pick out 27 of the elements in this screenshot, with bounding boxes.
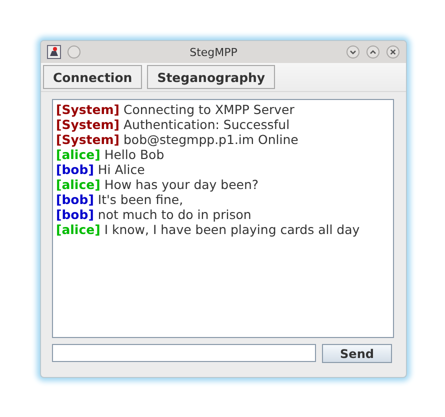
app-icon [47,45,61,59]
sender-name: [alice] [56,177,100,192]
message-text: I know, I have been playing cards all day [104,222,360,237]
message-text: It's been fine, [98,192,184,207]
window-title: StegMPP [188,46,238,58]
message-text: not much to do in prison [98,207,252,222]
close-button[interactable] [386,45,400,59]
message-text: Connecting to XMPP Server [123,102,294,117]
message-input[interactable] [52,344,316,362]
sender-name: [System] [56,132,120,147]
maximize-button[interactable] [366,45,380,59]
message-text: Authentication: Successful [123,117,290,132]
message-text: How has your day been? [104,177,259,192]
minimize-button[interactable] [346,45,360,59]
sender-name: [System] [56,102,120,117]
message-text: Hello Bob [104,147,164,162]
sender-name: [bob] [56,162,94,177]
message-text: Hi Alice [98,162,145,177]
sender-name: [alice] [56,222,100,237]
message-text: bob@stegmpp.p1.im Online [123,132,298,147]
sender-name: [alice] [56,147,100,162]
sender-name: [bob] [56,192,94,207]
menu-item[interactable]: Connection [43,65,142,89]
send-button[interactable]: Send [322,344,392,363]
sender-name: [System] [56,117,120,132]
sender-name: [bob] [56,207,94,222]
menu-item[interactable]: Steganography [147,65,276,89]
